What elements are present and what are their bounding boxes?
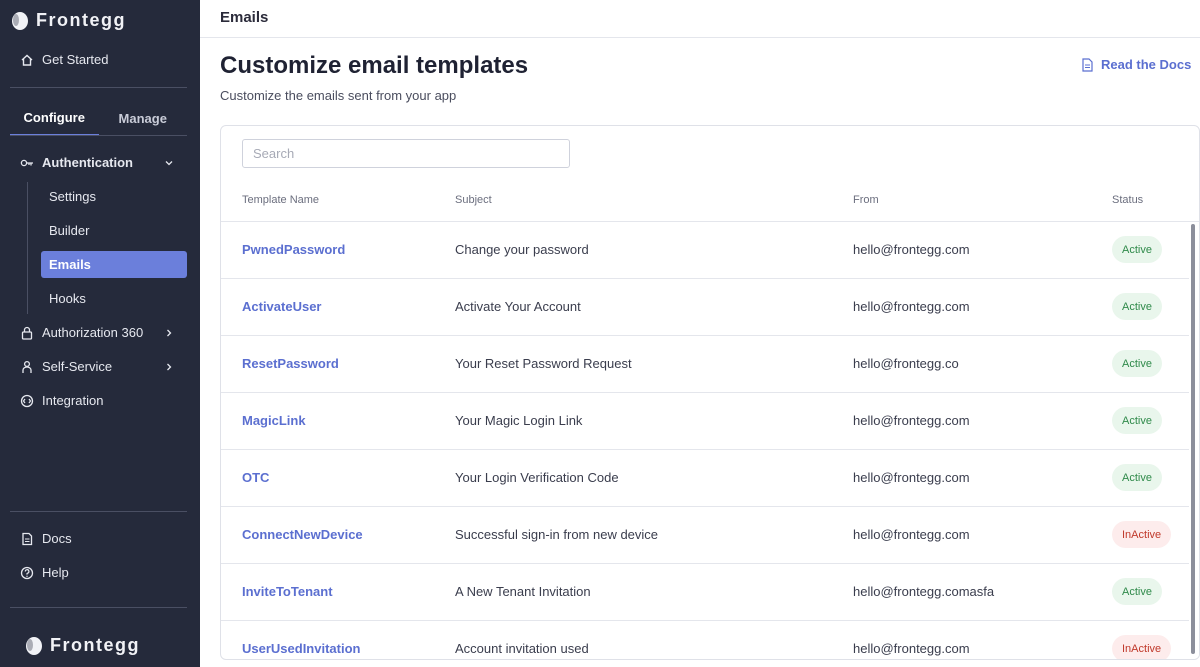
integration-icon	[20, 394, 34, 407]
status-badge: Active	[1112, 293, 1162, 320]
nav-docs-label: Docs	[42, 531, 72, 546]
search-input[interactable]	[242, 139, 570, 168]
table-row[interactable]: OTC Your Login Verification Code hello@f…	[221, 450, 1189, 507]
read-docs-link[interactable]: Read the Docs	[1081, 57, 1191, 72]
nav-help-label: Help	[42, 565, 69, 580]
read-docs-label: Read the Docs	[1101, 57, 1192, 72]
template-subject: Your Login Verification Code	[455, 470, 619, 485]
template-name-link[interactable]: ActivateUser	[242, 299, 322, 314]
nav-help[interactable]: Help	[20, 565, 69, 580]
template-name-link[interactable]: PwnedPassword	[242, 242, 345, 257]
chevron-right-icon[interactable]	[164, 328, 174, 338]
table-row[interactable]: PwnedPassword Change your password hello…	[221, 222, 1189, 279]
table-row[interactable]: UserUsedInvitation Account invitation us…	[221, 621, 1189, 659]
topbar-title: Emails	[220, 9, 269, 26]
template-from: hello@frontegg.com	[853, 299, 970, 314]
home-icon	[21, 54, 33, 66]
template-from: hello@frontegg.com	[853, 527, 970, 542]
nav-self-service[interactable]: Self-Service	[20, 359, 112, 374]
sidebar-divider	[10, 87, 187, 88]
sidebar-item-builder[interactable]: Builder	[41, 217, 187, 244]
document-icon	[1082, 57, 1093, 72]
status-badge: InActive	[1112, 521, 1172, 548]
sidebar-divider	[10, 607, 187, 608]
template-subject: Your Magic Login Link	[455, 413, 583, 428]
tab-manage[interactable]: Manage	[99, 100, 188, 136]
template-from: hello@frontegg.co	[853, 356, 959, 371]
status-badge: Active	[1112, 350, 1162, 377]
table-row[interactable]: InviteToTenant A New Tenant Invitation h…	[221, 564, 1189, 621]
template-subject: Change your password	[455, 242, 589, 257]
sidebar-item-hooks[interactable]: Hooks	[41, 285, 187, 312]
template-from: hello@frontegg.com	[853, 413, 970, 428]
top-bar: Emails	[200, 0, 1200, 38]
nav-authorization[interactable]: Authorization 360	[20, 325, 143, 340]
template-name-link[interactable]: UserUsedInvitation	[242, 641, 360, 656]
table-row[interactable]: ConnectNewDevice Successful sign-in from…	[221, 507, 1189, 564]
status-badge: Active	[1112, 236, 1162, 263]
help-icon	[20, 566, 34, 579]
footer-brand-name: Frontegg	[50, 635, 140, 655]
nav-get-started[interactable]: Get Started	[20, 52, 108, 67]
templates-card: Template Name Subject From Status PwnedP…	[220, 125, 1200, 660]
nav-authentication-label: Authentication	[42, 155, 133, 170]
brand-name: Frontegg	[36, 10, 126, 30]
template-from: hello@frontegg.com	[853, 470, 970, 485]
scrollbar-thumb[interactable]	[1191, 224, 1195, 654]
brand-logo[interactable]: Frontegg	[10, 10, 126, 31]
sidebar-tabs: Configure Manage	[10, 100, 187, 136]
lock-icon	[21, 326, 33, 340]
chevron-down-icon[interactable]	[164, 158, 174, 168]
template-name-link[interactable]: ResetPassword	[242, 356, 339, 371]
chevron-right-icon[interactable]	[164, 362, 174, 372]
table-scrollbar[interactable]	[1189, 222, 1199, 659]
tabs-divider	[10, 135, 187, 136]
template-name-link[interactable]: InviteToTenant	[242, 584, 333, 599]
sidebar-item-settings[interactable]: Settings	[41, 183, 187, 210]
template-subject: A New Tenant Invitation	[455, 584, 591, 599]
column-header-name: Template Name	[242, 194, 320, 206]
template-name-link[interactable]: OTC	[242, 470, 269, 485]
template-name-link[interactable]: ConnectNewDevice	[242, 527, 363, 542]
page-subtitle: Customize the emails sent from your app	[220, 88, 457, 103]
nav-authentication[interactable]: Authentication	[20, 155, 133, 170]
status-badge: Active	[1112, 464, 1162, 491]
template-subject: Your Reset Password Request	[455, 356, 632, 371]
frontegg-logo-icon	[12, 11, 28, 30]
page-title: Customize email templates	[220, 52, 529, 79]
sidebar-divider	[10, 511, 187, 512]
table-row[interactable]: ResetPassword Your Reset Password Reques…	[221, 336, 1189, 393]
sidebar-item-emails[interactable]: Emails	[41, 251, 187, 278]
status-badge: Active	[1112, 407, 1162, 434]
template-from: hello@frontegg.com	[853, 242, 970, 257]
column-header-subject: Subject	[455, 194, 492, 206]
nav-authorization-label: Authorization 360	[42, 325, 144, 340]
nav-integration-label: Integration	[42, 393, 104, 408]
template-name-link[interactable]: MagicLink	[242, 413, 306, 428]
key-icon	[20, 159, 33, 166]
document-icon	[22, 532, 33, 545]
table-row[interactable]: MagicLink Your Magic Login Link hello@fr…	[221, 393, 1189, 450]
status-badge: Active	[1112, 578, 1162, 605]
column-header-status: Status	[1112, 194, 1144, 206]
status-badge: InActive	[1112, 635, 1172, 659]
nav-get-started-label: Get Started	[42, 52, 109, 67]
template-from: hello@frontegg.com	[853, 641, 970, 656]
template-subject: Successful sign-in from new device	[455, 527, 659, 542]
frontegg-logo-icon	[26, 636, 42, 655]
nav-docs[interactable]: Docs	[20, 531, 72, 546]
table-row[interactable]: ActivateUser Activate Your Account hello…	[221, 279, 1189, 336]
tab-configure[interactable]: Configure	[10, 100, 99, 136]
subtree-line	[27, 182, 28, 314]
sidebar: Frontegg Get Started Configure Manage Au…	[0, 0, 200, 667]
template-subject: Activate Your Account	[455, 299, 581, 314]
template-subject: Account invitation used	[455, 641, 589, 656]
footer-brand-logo: Frontegg	[24, 635, 140, 656]
user-icon	[22, 360, 32, 373]
nav-self-service-label: Self-Service	[42, 359, 113, 374]
template-from: hello@frontegg.comasfa	[853, 584, 995, 599]
nav-integration[interactable]: Integration	[20, 393, 103, 408]
column-header-from: From	[853, 194, 879, 206]
